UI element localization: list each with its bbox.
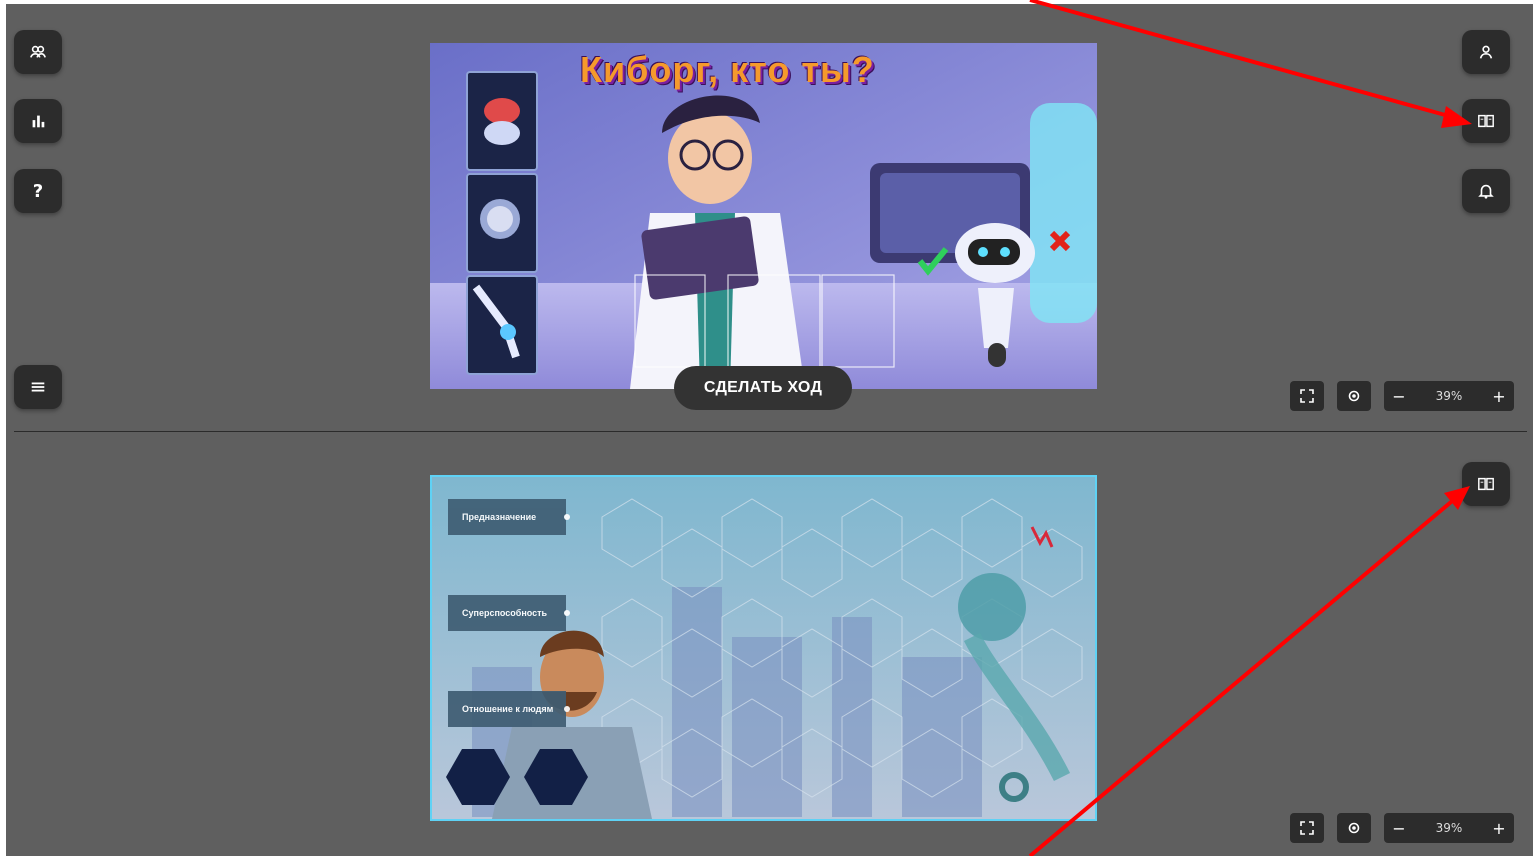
notifications-button[interactable] <box>1462 169 1510 213</box>
game-board-top[interactable]: Киборг, кто ты? <box>430 43 1097 389</box>
connector-dot <box>564 706 570 712</box>
target-icon <box>1348 822 1360 834</box>
zoom-out-button[interactable]: − <box>1384 819 1414 838</box>
split-divider[interactable] <box>14 431 1527 432</box>
zoom-in-button[interactable]: + <box>1484 387 1514 406</box>
users-icon <box>30 45 46 58</box>
zoom-control-bottom: − 39% + <box>1384 813 1514 843</box>
category-attitude: Отношение к людям <box>448 691 570 727</box>
category-superpower: Суперспособность <box>448 595 570 631</box>
profile-button[interactable] <box>1462 30 1510 74</box>
card-1[interactable] <box>466 71 538 171</box>
make-move-button[interactable]: СДЕЛАТЬ ХОД <box>674 366 852 410</box>
card-3[interactable] <box>466 275 538 375</box>
rules-button-top[interactable] <box>1462 99 1510 143</box>
chart-icon <box>32 115 45 128</box>
game-workspace: ? Киборг, кто ты? СДЕЛАТЬ ХОД − 39% + Пр… <box>6 4 1533 856</box>
zoom-in-button[interactable]: + <box>1484 819 1514 838</box>
center-button-top[interactable] <box>1337 381 1371 411</box>
user-icon <box>1479 45 1493 59</box>
card-2[interactable] <box>466 173 538 273</box>
players-button[interactable] <box>14 30 62 74</box>
category-superpower-label: Суперспособность <box>462 608 548 618</box>
category-purpose: Предназначение <box>448 499 570 535</box>
zoom-out-button[interactable]: − <box>1384 387 1414 406</box>
center-button-bottom[interactable] <box>1337 813 1371 843</box>
heart-card-art <box>484 98 520 145</box>
map-icon <box>1478 477 1494 491</box>
rules-button-bottom[interactable] <box>1462 462 1510 506</box>
connector-dot <box>564 514 570 520</box>
menu-icon <box>31 382 45 392</box>
category-purpose-label: Предназначение <box>462 512 537 522</box>
category-attitude-label: Отношение к людям <box>462 704 554 714</box>
fullscreen-icon <box>1300 821 1314 835</box>
bell-icon <box>1478 184 1494 199</box>
help-icon: ? <box>32 180 44 202</box>
game-title: Киборг, кто ты? <box>580 49 875 90</box>
zoom-level: 39% <box>1435 821 1463 835</box>
map-icon <box>1478 114 1494 128</box>
fullscreen-icon <box>1300 389 1314 403</box>
connector-dot <box>564 610 570 616</box>
game-board-bottom[interactable]: Предназначение Суперспособность Отношени… <box>430 475 1097 821</box>
menu-button[interactable] <box>14 365 62 409</box>
target-icon <box>1348 390 1360 402</box>
help-button[interactable]: ? <box>14 169 62 213</box>
fullscreen-button-top[interactable] <box>1290 381 1324 411</box>
zoom-level: 39% <box>1435 389 1463 403</box>
fullscreen-button-bottom[interactable] <box>1290 813 1324 843</box>
head-card-art <box>480 199 520 239</box>
robot-arm-card-art <box>472 284 520 359</box>
zoom-control-top: − 39% + <box>1384 381 1514 411</box>
stats-button[interactable] <box>14 99 62 143</box>
